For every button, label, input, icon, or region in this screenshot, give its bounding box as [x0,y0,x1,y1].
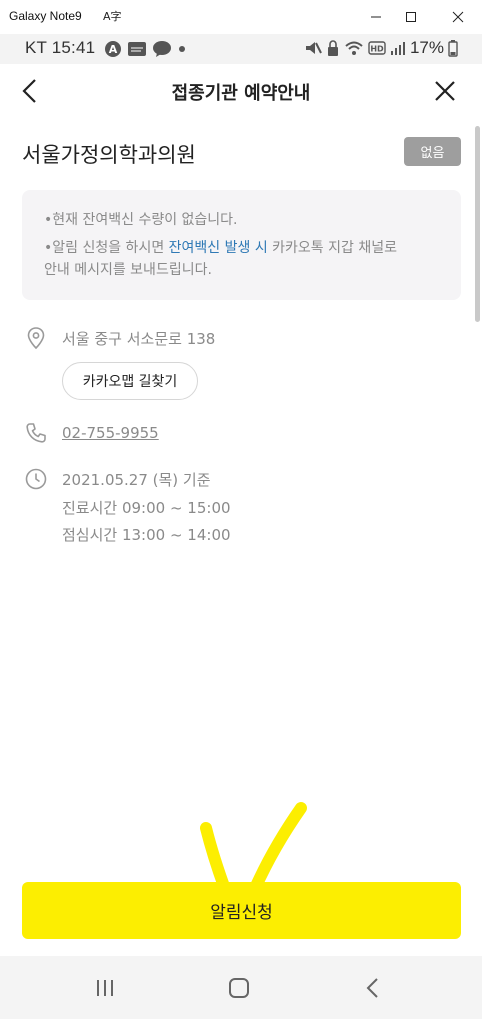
home-icon [229,978,249,998]
notice-line-2-post: 카카오톡 지갑 채널로 [267,240,397,256]
recent-apps-icon [97,980,113,996]
home-button[interactable] [219,974,259,1002]
signal-icon [390,42,405,55]
email-icon [128,42,146,56]
minimize-icon[interactable] [361,5,391,29]
hd-icon: HD [368,41,386,55]
nav-back-button[interactable] [353,974,393,1002]
close-window-icon[interactable] [443,5,473,29]
kakaomap-directions-button[interactable]: 카카오맵 길찾기 [62,362,198,400]
notice-line-3: 안내 메시지를 보내드립니다. [44,262,212,278]
phone-icon [26,423,46,443]
notice-box: •현재 잔여백신 수량이 없습니다. •알림 신청을 하시면 잔여백신 발생 시… [22,190,461,300]
maximize-icon[interactable] [396,5,426,29]
dot-icon [179,46,185,52]
svg-text:A: A [109,43,118,56]
scrollbar[interactable] [475,126,480,322]
phone-number-link[interactable]: 02-755-9955 [62,424,159,442]
status-bar: KT 15:41 A HD 17% [0,34,482,64]
talk-icon [153,41,171,57]
window-title: Galaxy Note9 [9,9,82,23]
notification-request-button[interactable]: 알림신청 [22,882,461,939]
hours-row: 2021.05.27 (목) 기준 [24,467,211,491]
lunch-hours: 점심시간 13:00 ~ 14:00 [62,526,231,544]
wifi-icon [345,41,363,55]
app-screen: 접종기관 예약안내 서울가정의학과의원 없음 •현재 잔여백신 수량이 없습니다… [0,64,482,956]
facility-name: 서울가정의학과의원 [22,143,196,167]
treatment-hours: 진료시간 09:00 ~ 15:00 [62,499,231,517]
close-icon [435,81,455,101]
notice-highlight: 잔여백신 발생 시 [168,240,268,256]
language-icon[interactable]: A字 [103,8,122,24]
page-title: 접종기관 예약안내 [171,83,311,104]
nav-back-icon [366,978,378,998]
address-row: 서울 중구 서소문로 138 [24,326,215,350]
android-navbar [0,956,482,1019]
hours-date: 2021.05.27 (목) 기준 [62,470,211,489]
recent-apps-button[interactable] [85,974,125,1002]
phone-row: 02-755-9955 [24,421,159,445]
system-icons: HD 17% [304,38,458,58]
notice-line-2-pre: •알림 신청을 하시면 [44,240,169,256]
a-circle-icon: A [105,41,121,57]
battery-percent: 17% [409,38,444,57]
svg-text:HD: HD [370,45,384,54]
clock-icon [25,468,47,490]
notice-line-2: •알림 신청을 하시면 잔여백신 발생 시 카카오톡 지갑 채널로 [44,236,397,260]
window-titlebar: Galaxy Note9 A字 [0,0,482,35]
status-badge: 없음 [404,137,461,166]
lock-icon [327,40,338,56]
notice-line-1: •현재 잔여백신 수량이 없습니다. [44,212,238,228]
notification-icons: A [104,40,187,58]
location-pin-icon [27,327,45,350]
mute-icon [305,42,322,54]
carrier-time: KT 15:41 [25,38,96,57]
address-text: 서울 중구 서소문로 138 [62,329,216,348]
battery-icon [448,40,458,57]
close-button[interactable] [430,76,460,106]
